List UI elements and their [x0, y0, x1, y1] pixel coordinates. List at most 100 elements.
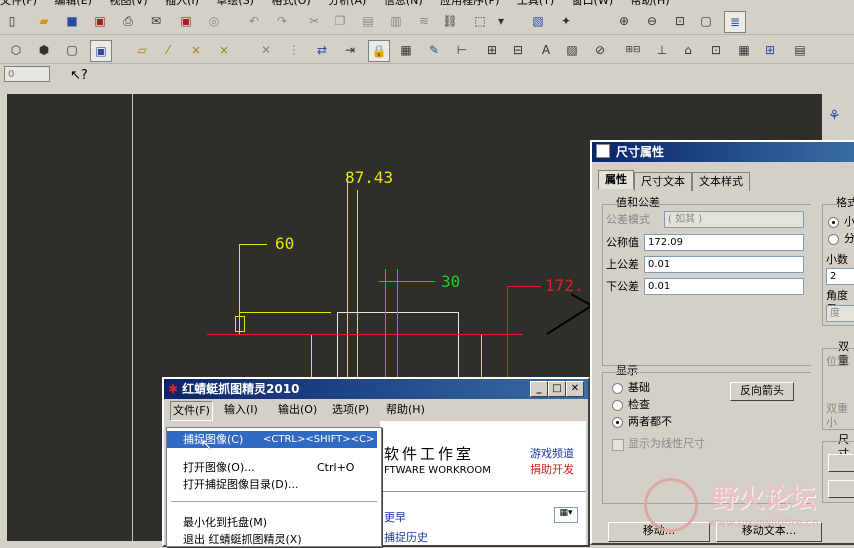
- repaint-icon[interactable]: ▧: [528, 11, 548, 31]
- capture-menu-options[interactable]: 选项(P): [332, 401, 369, 419]
- zoom-fit-icon[interactable]: ⊡: [670, 11, 690, 31]
- view-options-icon[interactable]: ▦▾: [554, 507, 578, 523]
- report-icon[interactable]: ▤: [790, 40, 810, 60]
- zoom-window-icon[interactable]: ▢: [696, 11, 716, 31]
- undo-icon[interactable]: ↶: [244, 11, 264, 31]
- print-icon[interactable]: ⎙: [118, 11, 138, 31]
- export-icon[interactable]: ▣: [176, 11, 196, 31]
- maximize-icon[interactable]: □: [548, 381, 566, 397]
- capture-menu-file[interactable]: 文件(F): [170, 401, 213, 421]
- ordinate-icon[interactable]: ⊢: [452, 40, 472, 60]
- menu-window[interactable]: 窗口(W): [572, 0, 613, 6]
- dropdown-icon[interactable]: ▾: [494, 11, 508, 31]
- regen-icon[interactable]: ≋: [414, 11, 434, 31]
- menu-edit[interactable]: 编辑(E): [54, 0, 92, 6]
- minimize-icon[interactable]: _: [530, 381, 548, 397]
- radio-inspect[interactable]: [612, 400, 623, 411]
- zoom-in-icon[interactable]: ⊕: [614, 11, 634, 31]
- dim-text-top[interactable]: 87.43: [345, 168, 393, 187]
- cut-icon[interactable]: ✂: [304, 11, 324, 31]
- bom-icon[interactable]: ⊡: [706, 40, 726, 60]
- switch-icon[interactable]: ⇥: [340, 40, 360, 60]
- open-icon[interactable]: ▰: [34, 11, 54, 31]
- save-icon[interactable]: ■: [62, 11, 82, 31]
- select-box-icon[interactable]: ⬚: [470, 11, 490, 31]
- link-earlier[interactable]: 更早: [384, 509, 406, 525]
- csys-icon[interactable]: ⨯: [214, 40, 234, 60]
- close-icon[interactable]: ✕: [566, 381, 584, 397]
- grid-icon[interactable]: ⊞: [760, 40, 780, 60]
- regenerate-icon[interactable]: ⇄: [312, 40, 332, 60]
- layer-spinbox[interactable]: 0: [4, 66, 50, 82]
- tab-dim-text[interactable]: 尺寸文本: [634, 172, 692, 191]
- hatch-icon[interactable]: ▨: [562, 40, 582, 60]
- menu-help[interactable]: 帮助(H): [631, 0, 670, 6]
- lock-icon[interactable]: 🔒: [368, 40, 390, 62]
- menu-item-minimize-tray[interactable]: 最小化到托盘(M): [167, 514, 377, 531]
- hidden-cube-icon[interactable]: ▢: [62, 40, 82, 60]
- link-history[interactable]: 捕捉历史: [384, 529, 428, 545]
- menu-item-capture[interactable]: 捕捉图像(C) <CTRL><SHIFT><C>: [167, 431, 377, 448]
- menu-item-open-image[interactable]: 打开图像(O)... Ctrl+O: [167, 459, 377, 476]
- nominal-input[interactable]: 172.09: [644, 234, 804, 251]
- menu-file[interactable]: 文件(F): [0, 0, 37, 6]
- shaded-active-icon[interactable]: ▣: [90, 40, 112, 62]
- layers-icon[interactable]: ≣: [724, 11, 746, 33]
- radio-format-fraction[interactable]: [828, 234, 839, 245]
- snap-icon[interactable]: ⚘: [828, 108, 841, 124]
- find-icon[interactable]: ⛓: [440, 11, 460, 31]
- menu-sketch[interactable]: 草绘(S): [216, 0, 254, 6]
- table-icon[interactable]: ▦: [396, 40, 416, 60]
- mail-icon[interactable]: ✉: [146, 11, 166, 31]
- symbol-icon[interactable]: ⊞⊟: [620, 40, 646, 60]
- menu-info[interactable]: 信息(N): [384, 0, 423, 6]
- paste-special-icon[interactable]: ▥: [386, 11, 406, 31]
- menu-insert[interactable]: 插入(I): [165, 0, 199, 6]
- radio-format-decimal[interactable]: [828, 217, 839, 228]
- upper-tol-input[interactable]: 0.01: [644, 256, 804, 273]
- balloon-icon[interactable]: ⌂: [678, 40, 698, 60]
- lower-tol-input[interactable]: 0.01: [644, 278, 804, 295]
- link-donate[interactable]: 捐助开发: [530, 461, 574, 477]
- link-games[interactable]: 游戏频道: [530, 445, 574, 461]
- menu-apps[interactable]: 应用程序(P): [440, 0, 499, 6]
- note-icon[interactable]: ⊞: [482, 40, 502, 60]
- radio-basic[interactable]: [612, 383, 623, 394]
- spin-icon[interactable]: ✦: [556, 11, 576, 31]
- delete-icon[interactable]: ✕: [256, 40, 276, 60]
- menu-view[interactable]: 视图(V): [109, 0, 147, 6]
- annotation-icon[interactable]: ✎: [424, 40, 444, 60]
- datum-point-icon[interactable]: ×: [186, 40, 206, 60]
- linear-checkbox[interactable]: [612, 439, 624, 451]
- datum-plane-icon[interactable]: ▱: [132, 40, 152, 60]
- tol-mode-select[interactable]: ( 如其 ): [664, 211, 804, 228]
- dialog-titlebar[interactable]: 尺寸属性: [592, 142, 854, 162]
- menu-tools[interactable]: 工具(T): [517, 0, 554, 6]
- surface-finish-icon[interactable]: ⊥: [652, 40, 672, 60]
- tab-text-style[interactable]: 文本样式: [692, 172, 750, 191]
- zoom-out-icon[interactable]: ⊖: [642, 11, 662, 31]
- send-icon[interactable]: ◎: [204, 11, 224, 31]
- tolerance-icon[interactable]: ⊘: [590, 40, 610, 60]
- capture-menu-input[interactable]: 输入(I): [224, 401, 258, 419]
- export-pdf-icon[interactable]: ▣: [90, 11, 110, 31]
- text-icon[interactable]: A: [536, 40, 556, 60]
- decimals-input[interactable]: 2: [826, 268, 854, 285]
- baseline-icon[interactable]: ⊟: [508, 40, 528, 60]
- table-insert-icon[interactable]: ▦: [734, 40, 754, 60]
- dimension-icon[interactable]: ⋮: [284, 40, 304, 60]
- wireframe-cube-icon[interactable]: ⬢: [34, 40, 54, 60]
- datum-axis-icon[interactable]: ⁄: [158, 40, 178, 60]
- paste-icon[interactable]: ▤: [358, 11, 378, 31]
- new-icon[interactable]: ▯: [2, 11, 22, 31]
- menu-item-open-folder[interactable]: 打开捕捉图像目录(D)...: [167, 476, 377, 493]
- tab-properties[interactable]: 属性: [598, 170, 634, 189]
- redo-icon[interactable]: ↷: [272, 11, 292, 31]
- dim-text-mid[interactable]: 30: [441, 272, 460, 291]
- capture-menu-output[interactable]: 输出(O): [278, 401, 317, 419]
- menu-format[interactable]: 格式(O): [271, 0, 310, 6]
- menu-item-exit[interactable]: 退出 红蜻蜓抓图精灵(X): [167, 531, 377, 548]
- capture-titlebar[interactable]: ✱ 红蜻蜓抓图精灵2010 _ □ ✕: [164, 379, 588, 399]
- select-cursor-icon[interactable]: ↖?: [70, 68, 88, 83]
- capture-menu-help[interactable]: 帮助(H): [386, 401, 425, 419]
